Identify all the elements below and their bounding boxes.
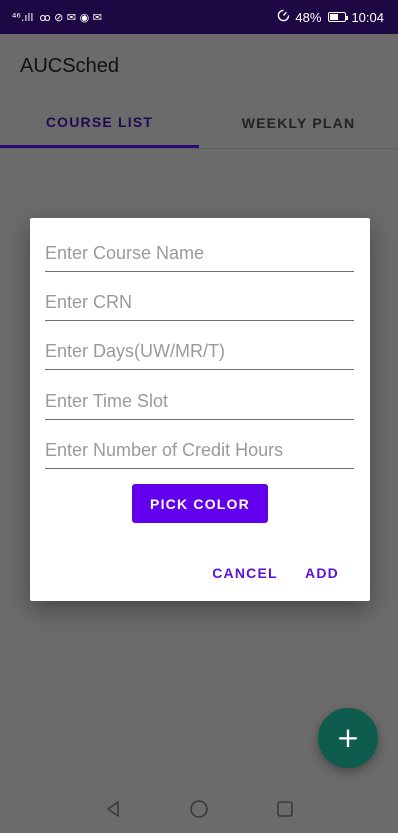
notification-icons: ꝏ ⊘ ✉ ◉ ✉	[39, 10, 102, 24]
battery-icon	[328, 12, 349, 22]
add-button[interactable]: ADD	[294, 558, 350, 588]
plus-icon: +	[336, 721, 360, 754]
signal-icon: ⁴⁶.ıll	[12, 10, 34, 24]
tab-course-list[interactable]: COURSE LIST	[0, 98, 199, 148]
add-course-dialog: PICK COLOR CANCEL ADD	[30, 218, 370, 601]
crn-input[interactable]	[45, 285, 354, 321]
pick-color-button[interactable]: PICK COLOR	[132, 484, 268, 523]
home-icon	[190, 800, 208, 818]
back-button[interactable]	[93, 789, 133, 829]
system-nav-bar	[0, 785, 398, 833]
app-bar: AUCSched	[0, 34, 398, 98]
data-saver-icon	[277, 9, 290, 25]
tab-bar: COURSE LIST WEEKLY PLAN	[0, 98, 398, 148]
back-icon	[107, 801, 119, 817]
tab-divider	[0, 148, 398, 149]
add-course-fab[interactable]: +	[318, 708, 378, 768]
status-right: 48% 10:04	[277, 9, 384, 25]
tab-weekly-plan[interactable]: WEEKLY PLAN	[199, 98, 398, 148]
recents-button[interactable]	[265, 789, 305, 829]
status-bar: ⁴⁶.ıll ꝏ ⊘ ✉ ◉ ✉ 48% 10:04	[0, 0, 398, 34]
status-left: ⁴⁶.ıll ꝏ ⊘ ✉ ◉ ✉	[12, 11, 102, 24]
battery-percent: 48%	[295, 9, 322, 25]
time-slot-input[interactable]	[45, 384, 354, 420]
clock: 10:04	[351, 9, 384, 25]
recents-icon	[277, 801, 293, 817]
course-name-input[interactable]	[45, 236, 354, 272]
credit-hours-input[interactable]	[45, 433, 354, 469]
days-input[interactable]	[45, 334, 354, 370]
cancel-button[interactable]: CANCEL	[200, 558, 290, 588]
app-title: AUCSched	[20, 54, 119, 77]
home-button[interactable]	[179, 789, 219, 829]
